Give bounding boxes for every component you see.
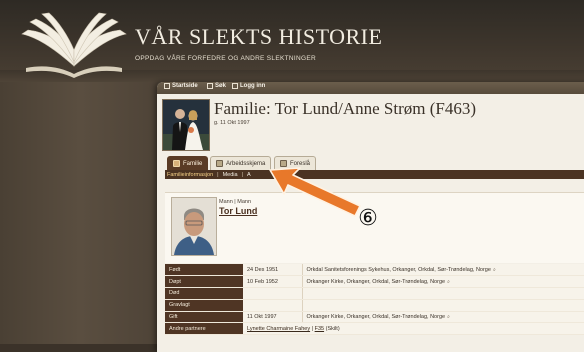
subnav-media[interactable]: Media — [223, 172, 238, 178]
event-label: Død — [165, 287, 243, 300]
tab-foresla-label: Foreslå — [290, 160, 311, 167]
event-label: Født — [165, 264, 243, 277]
nav-startside-label: Startside — [172, 83, 198, 89]
tab-familie[interactable]: Familie — [167, 156, 209, 170]
tab-arbeidsskjema-label: Arbeidsskjema — [226, 160, 266, 167]
event-place: Orkanger Kirke, Orkanger, Orkdal, Sør-Tr… — [306, 314, 446, 321]
tab-familie-label: Familie — [183, 160, 203, 167]
tab-arbeidsskjema[interactable]: Arbeidsskjema — [210, 156, 272, 170]
partners-label: Andre partnere — [165, 322, 243, 336]
nav-logg-inn-label: Logg inn — [240, 83, 266, 89]
site-title: VÅR SLEKTS HISTORIE — [135, 24, 383, 49]
table-row: Død — [165, 287, 584, 300]
events-table: Født 24 Des 1951 Orkdal Sanitetsforening… — [165, 264, 584, 336]
top-navigation: Startside Søk Logg inn — [157, 82, 584, 94]
place-search-icon[interactable]: ⌕ — [447, 314, 450, 320]
event-date: 24 Des 1951 — [243, 264, 303, 277]
tab-bar: Familie Arbeidsskjema Foreslå — [165, 155, 584, 171]
person-photo[interactable] — [171, 197, 217, 256]
open-book-logo — [21, 12, 127, 78]
nav-logg-inn[interactable]: Logg inn — [232, 83, 265, 89]
partner-name-link[interactable]: Lynette Charmaine Fahey — [247, 326, 310, 332]
worksheet-icon — [216, 160, 223, 167]
wedding-couple-image — [163, 100, 209, 150]
event-place — [302, 299, 584, 312]
place-search-icon[interactable]: ⌕ — [493, 267, 496, 273]
subnav-separator: | — [241, 171, 244, 178]
background-texture — [0, 82, 160, 344]
partner-status: (Skilt) — [325, 325, 340, 332]
nav-sok[interactable]: Søk — [207, 83, 226, 89]
event-label: Døpt — [165, 275, 243, 289]
subnav-separator: | — [217, 171, 219, 178]
place-search-icon[interactable]: ⌕ — [447, 279, 450, 285]
nav-startside[interactable]: Startside — [164, 83, 198, 89]
event-place — [302, 287, 584, 300]
family-icon — [173, 160, 180, 167]
subnav-familieinformasjon[interactable]: Familieinformasjon — [167, 172, 213, 178]
annotation-marker: ⑥ — [358, 206, 378, 231]
event-place-cell: Orkdal Sanitetsforenings Sykehus, Orkang… — [302, 264, 584, 277]
event-date — [243, 287, 303, 300]
table-row: Gift 11 Okt 1997 Orkanger Kirke, Orkange… — [165, 311, 584, 324]
search-icon — [207, 83, 213, 89]
partner-family-link[interactable]: F35 — [315, 326, 324, 332]
person-role: Mann | Mann — [219, 199, 252, 205]
event-date — [243, 299, 303, 312]
table-row: Gravlagt — [165, 299, 584, 312]
event-date: 10 Feb 1952 — [243, 275, 303, 289]
event-label: Gravlagt — [165, 299, 243, 312]
partners-cell: Lynette Charmaine Fahey | F35 (Skilt) — [243, 322, 584, 336]
marriage-date: g. 11 Okt 1997 — [214, 120, 250, 126]
family-title: Familie: Tor Lund/Anne Strøm (F463) — [214, 99, 476, 118]
family-photo[interactable] — [162, 99, 210, 151]
nav-sok-label: Søk — [215, 83, 227, 89]
man-portrait-image — [172, 198, 216, 255]
site-tagline: OPPDAG VÅRE FORFEDRE OG ANDRE SLEKTNINGE… — [135, 55, 316, 62]
event-date: 11 Okt 1997 — [243, 311, 303, 324]
table-row: Døpt 10 Feb 1952 Orkanger Kirke, Orkange… — [165, 275, 584, 289]
event-label: Gift — [165, 311, 243, 324]
table-row: Født 24 Des 1951 Orkdal Sanitetsforening… — [165, 264, 584, 277]
home-icon — [164, 83, 170, 89]
sub-navigation: Familieinformasjon | Media | A — [165, 170, 584, 179]
person-name-link[interactable]: Tor Lund — [219, 206, 257, 216]
login-icon — [232, 83, 238, 89]
suggest-icon — [280, 160, 287, 167]
event-place-cell: Orkanger Kirke, Orkanger, Orkdal, Sør-Tr… — [302, 311, 584, 324]
subnav-truncated[interactable]: A — [247, 172, 251, 178]
event-place: Orkanger Kirke, Orkanger, Orkdal, Sør-Tr… — [306, 278, 446, 285]
tab-foresla[interactable]: Foreslå — [274, 156, 317, 170]
event-place-cell: Orkanger Kirke, Orkanger, Orkdal, Sør-Tr… — [302, 275, 584, 289]
table-row: Andre partnere Lynette Charmaine Fahey |… — [165, 322, 584, 336]
event-place: Orkdal Sanitetsforenings Sykehus, Orkang… — [306, 266, 491, 273]
